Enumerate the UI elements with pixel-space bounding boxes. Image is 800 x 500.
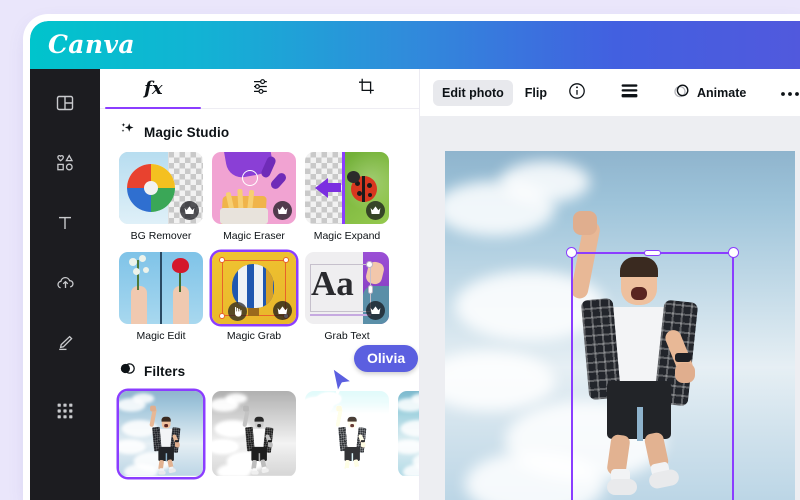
edit-photo-button[interactable]: Edit photo — [433, 79, 513, 106]
photo-toolbar: Edit photo Flip Animate — [420, 69, 800, 116]
tool-label: Magic Edit — [136, 330, 186, 342]
pro-crown-badge — [273, 301, 292, 320]
tool-thumbnail — [119, 252, 203, 324]
cloud-upload-icon — [55, 273, 76, 294]
canvas-workspace[interactable] — [420, 116, 800, 500]
left-sidebar-rail — [30, 69, 100, 500]
tab-effects[interactable]: fx — [100, 69, 207, 109]
filters-circles-icon — [119, 360, 136, 382]
filter-item-grayscale[interactable] — [212, 391, 296, 477]
tool-thumbnail: Aa — [305, 252, 389, 324]
tool-label: Magic Eraser — [223, 230, 285, 242]
filter-item-cool[interactable] — [398, 391, 419, 477]
tool-thumbnail — [119, 152, 203, 224]
position-layers-icon — [620, 83, 639, 102]
magic-studio-row-1: BG Remover Magic Eraser Magic Expand — [100, 152, 419, 242]
layout-panel-icon — [55, 93, 75, 113]
sidebar-item-design[interactable] — [30, 77, 100, 129]
flip-button[interactable]: Flip — [516, 80, 556, 106]
canva-logo[interactable]: Canva — [48, 30, 135, 59]
panel-scroll-region[interactable]: Magic Studio BG Remover Magic Eraser Mag… — [100, 109, 419, 500]
filter-thumbnail — [119, 391, 203, 477]
tool-bg-remover[interactable]: BG Remover — [119, 152, 203, 242]
tool-magic-eraser[interactable]: Magic Eraser — [212, 152, 296, 242]
sidebar-item-uploads[interactable] — [30, 257, 100, 309]
pen-draw-icon — [55, 333, 75, 353]
tool-thumbnail — [305, 152, 389, 224]
filter-thumbnail — [398, 391, 419, 477]
sparkles-icon — [119, 121, 136, 143]
filter-thumbnail — [305, 391, 389, 477]
crop-icon — [357, 77, 376, 101]
tool-thumbnail — [212, 152, 296, 224]
effects-side-panel: fx Magic Studio BG Remover Magic Eraser … — [100, 69, 420, 500]
tool-label: BG Remover — [130, 230, 192, 242]
photo-content — [445, 151, 795, 500]
pro-crown-badge — [366, 201, 385, 220]
more-options-button[interactable] — [771, 80, 800, 106]
grid-apps-icon — [56, 402, 74, 420]
section-title-filters: Filters — [144, 363, 186, 379]
fx-icon: fx — [144, 78, 163, 99]
info-circle-icon — [568, 82, 586, 103]
animate-button[interactable]: Animate — [664, 76, 755, 109]
editor-area: Edit photo Flip Animate — [420, 69, 800, 500]
tool-magic-expand[interactable]: Magic Expand — [305, 152, 389, 242]
tool-thumbnail — [212, 252, 296, 324]
filter-item-bright[interactable] — [305, 391, 389, 477]
animate-circles-icon — [673, 82, 691, 103]
sidebar-item-text[interactable] — [30, 197, 100, 249]
brand-header-bar: Canva — [30, 21, 800, 69]
pro-crown-badge — [366, 301, 385, 320]
animate-label: Animate — [697, 85, 747, 100]
sidebar-item-elements[interactable] — [30, 137, 100, 189]
tool-grab-text[interactable]: Aa Grab Text — [305, 252, 389, 342]
magic-studio-row-2: Magic Edit Magic Grab Aa Grab Text — [100, 252, 419, 342]
info-button[interactable] — [559, 76, 595, 109]
sliders-icon — [251, 77, 270, 101]
tool-label: Magic Grab — [226, 330, 282, 342]
position-button[interactable] — [611, 77, 648, 108]
filters-row — [100, 391, 419, 477]
tool-magic-grab[interactable]: Magic Grab — [212, 252, 296, 342]
tab-crop[interactable] — [313, 69, 419, 108]
tab-adjust[interactable] — [207, 69, 314, 108]
photo-element[interactable] — [445, 151, 795, 500]
shapes-icon — [55, 153, 75, 173]
panel-tab-bar: fx — [100, 69, 419, 109]
more-dots-icon — [780, 86, 800, 100]
tool-label: Magic Expand — [313, 230, 381, 242]
sidebar-item-draw[interactable] — [30, 317, 100, 369]
filters-header: Filters — [100, 360, 419, 382]
canva-app-window: Canva fx Magic Studio BG Remover Magic E… — [30, 21, 800, 500]
pro-crown-badge — [180, 201, 199, 220]
magic-studio-header: Magic Studio — [100, 121, 419, 143]
text-t-icon — [55, 213, 75, 233]
tool-magic-edit[interactable]: Magic Edit — [119, 252, 203, 342]
tool-label: Grab Text — [324, 330, 370, 342]
section-title-magic-studio: Magic Studio — [144, 124, 230, 140]
sidebar-item-apps[interactable] — [30, 385, 100, 437]
filter-thumbnail — [212, 391, 296, 477]
pro-crown-badge — [273, 201, 292, 220]
filter-item-original[interactable] — [119, 391, 203, 477]
